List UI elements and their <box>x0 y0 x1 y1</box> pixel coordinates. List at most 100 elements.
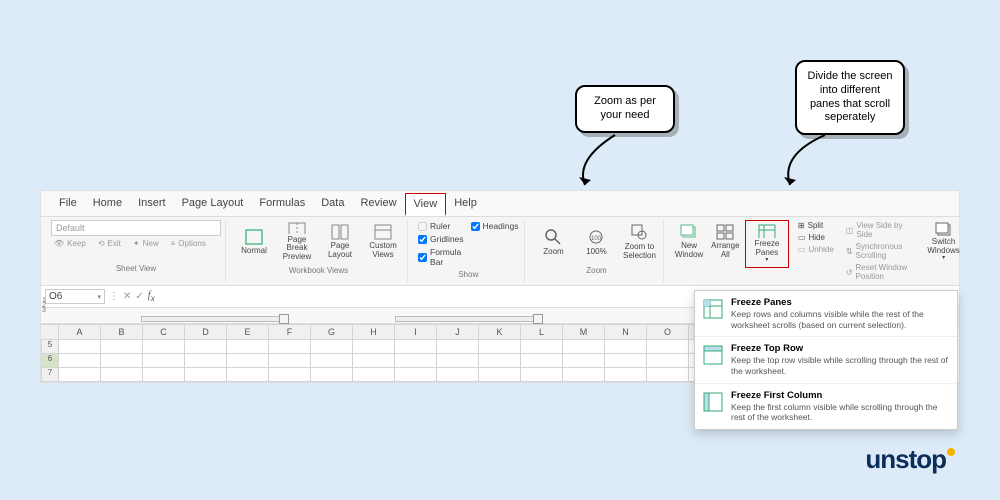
tab-home[interactable]: Home <box>85 193 130 216</box>
row-header[interactable]: 5 <box>41 340 59 354</box>
keep-button[interactable]: 👁Keep <box>51 238 89 249</box>
ruler-checkbox[interactable]: Ruler <box>416 220 466 232</box>
freeze-first-col-item[interactable]: Freeze First ColumnKeep the first column… <box>695 384 957 429</box>
col-header[interactable]: F <box>269 324 311 340</box>
zoom-100-button[interactable]: 100100% <box>576 220 616 264</box>
freeze-panes-button[interactable]: Freeze Panes▾ <box>747 222 787 266</box>
cell[interactable] <box>353 354 395 368</box>
cell[interactable] <box>311 340 353 354</box>
select-all[interactable] <box>41 324 59 340</box>
new-button[interactable]: ✦New <box>130 238 162 249</box>
gridlines-checkbox[interactable]: Gridlines <box>416 233 466 245</box>
split-handle[interactable] <box>533 314 543 324</box>
tab-page-layout[interactable]: Page Layout <box>174 193 252 216</box>
cell[interactable] <box>227 354 269 368</box>
tab-review[interactable]: Review <box>352 193 404 216</box>
cancel-icon[interactable]: ✕ <box>123 291 131 302</box>
cell[interactable] <box>143 340 185 354</box>
cell[interactable] <box>269 340 311 354</box>
page-break-button[interactable]: Page Break Preview <box>277 220 317 264</box>
cell[interactable] <box>395 368 437 382</box>
split-bar[interactable] <box>395 316 535 322</box>
cell[interactable] <box>101 340 143 354</box>
switch-windows-button[interactable]: Switch Windows▾ <box>925 220 961 264</box>
page-layout-button[interactable]: Page Layout <box>320 220 360 264</box>
cell[interactable] <box>185 340 227 354</box>
col-header[interactable]: J <box>437 324 479 340</box>
tab-file[interactable]: File <box>51 193 85 216</box>
col-header[interactable]: H <box>353 324 395 340</box>
col-header[interactable]: K <box>479 324 521 340</box>
cell[interactable] <box>479 354 521 368</box>
cell[interactable] <box>101 368 143 382</box>
col-header[interactable]: O <box>647 324 689 340</box>
zoom-button[interactable]: Zoom <box>533 220 573 264</box>
exit-button[interactable]: ⟲Exit <box>95 238 124 249</box>
hide-button[interactable]: ▭Hide <box>795 232 837 243</box>
cell[interactable] <box>563 354 605 368</box>
cell[interactable] <box>143 354 185 368</box>
cell[interactable] <box>311 368 353 382</box>
cell[interactable] <box>437 340 479 354</box>
options-button[interactable]: ≡Options <box>168 238 209 249</box>
cell[interactable] <box>101 354 143 368</box>
cell[interactable] <box>143 368 185 382</box>
cell[interactable] <box>479 368 521 382</box>
split-button[interactable]: ⊞Split <box>795 220 837 231</box>
cell[interactable] <box>605 340 647 354</box>
cell[interactable] <box>185 354 227 368</box>
col-header[interactable]: E <box>227 324 269 340</box>
zoom-selection-button[interactable]: Zoom to Selection <box>619 220 659 264</box>
split-handle[interactable] <box>279 314 289 324</box>
cell[interactable] <box>521 354 563 368</box>
cell[interactable] <box>353 340 395 354</box>
tab-view[interactable]: View <box>405 193 447 216</box>
col-header[interactable]: G <box>311 324 353 340</box>
cell[interactable] <box>395 354 437 368</box>
cell[interactable] <box>647 340 689 354</box>
tab-help[interactable]: Help <box>446 193 485 216</box>
cell[interactable] <box>521 340 563 354</box>
cell[interactable] <box>437 368 479 382</box>
split-bar[interactable] <box>141 316 281 322</box>
col-header[interactable]: N <box>605 324 647 340</box>
col-header[interactable]: I <box>395 324 437 340</box>
cell[interactable] <box>563 340 605 354</box>
fx-icon[interactable]: fx <box>148 290 155 303</box>
cell[interactable] <box>185 368 227 382</box>
tab-insert[interactable]: Insert <box>130 193 174 216</box>
side-by-side-button[interactable]: ◫View Side by Side <box>843 220 923 240</box>
headings-checkbox[interactable]: Headings <box>469 220 521 232</box>
tab-formulas[interactable]: Formulas <box>251 193 313 216</box>
cell[interactable] <box>647 354 689 368</box>
normal-button[interactable]: Normal <box>234 220 274 264</box>
col-header[interactable]: B <box>101 324 143 340</box>
sheet-view-dropdown[interactable]: Default <box>51 220 221 236</box>
tab-data[interactable]: Data <box>313 193 352 216</box>
cell[interactable] <box>269 368 311 382</box>
freeze-panes-item[interactable]: Freeze PanesKeep rows and columns visibl… <box>695 291 957 337</box>
cell[interactable] <box>605 354 647 368</box>
col-header[interactable]: M <box>563 324 605 340</box>
col-header[interactable]: C <box>143 324 185 340</box>
cell[interactable] <box>269 354 311 368</box>
cell[interactable] <box>395 340 437 354</box>
arrange-all-button[interactable]: Arrange All <box>709 220 742 264</box>
cell[interactable] <box>563 368 605 382</box>
cell[interactable] <box>59 368 101 382</box>
row-header[interactable]: 7 <box>41 368 59 382</box>
cell[interactable] <box>227 368 269 382</box>
row-header[interactable]: 6 <box>41 354 59 368</box>
formula-bar-checkbox[interactable]: Formula Bar <box>416 246 466 268</box>
cell[interactable] <box>59 340 101 354</box>
cell[interactable] <box>521 368 563 382</box>
sync-scroll-button[interactable]: ⇅Synchronous Scrolling <box>843 241 923 261</box>
cell[interactable] <box>353 368 395 382</box>
freeze-top-row-item[interactable]: Freeze Top RowKeep the top row visible w… <box>695 337 957 383</box>
col-header[interactable]: A <box>59 324 101 340</box>
unhide-button[interactable]: ▭Unhide <box>795 244 837 255</box>
col-header[interactable]: D <box>185 324 227 340</box>
custom-views-button[interactable]: Custom Views <box>363 220 403 264</box>
cell[interactable] <box>59 354 101 368</box>
cell[interactable] <box>605 368 647 382</box>
